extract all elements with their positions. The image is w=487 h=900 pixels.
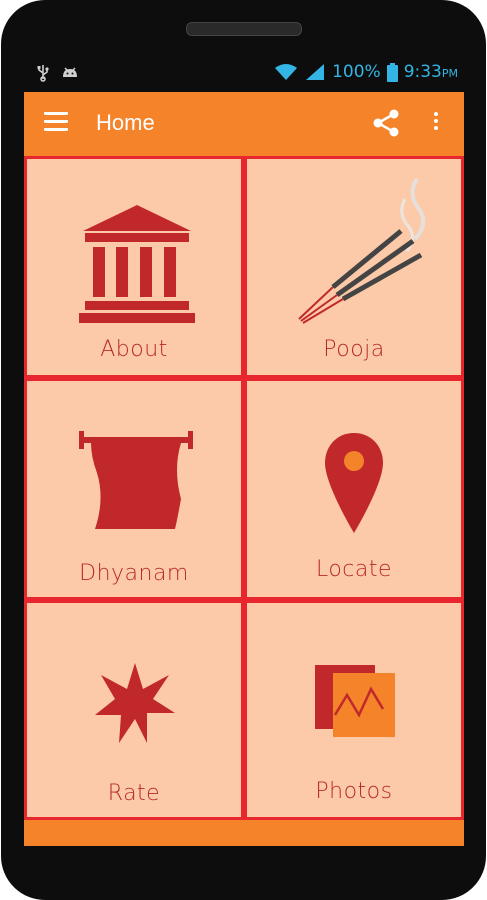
clock: 9:33PM [404, 62, 458, 82]
clock-time: 9:33 [403, 62, 442, 82]
location-pin-icon [325, 433, 383, 533]
status-notifications [36, 64, 80, 82]
tile-dhyanam-label: Dhyanam [79, 561, 189, 586]
wifi-icon [275, 64, 298, 80]
home-grid: About Pooja Dhyanam Locate Rate Photos [24, 156, 464, 820]
tile-rate[interactable]: Rate [27, 603, 241, 817]
share-icon[interactable] [370, 107, 402, 139]
incense-icon [298, 177, 426, 324]
bottom-bar [24, 820, 464, 846]
scroll-icon [79, 431, 193, 529]
status-bar: 100% 9:33PM [24, 60, 464, 88]
signal-icon [306, 64, 325, 80]
hamburger-menu-icon[interactable] [44, 112, 68, 134]
tile-photos[interactable]: Photos [247, 603, 461, 817]
tile-about-label: About [100, 337, 168, 362]
star-icon [95, 663, 175, 743]
page-title: Home [96, 110, 155, 135]
tile-about[interactable]: About [27, 159, 241, 375]
status-indicators: 100% 9:33PM [274, 62, 458, 82]
phone-speaker [186, 22, 302, 36]
battery-icon [386, 62, 398, 82]
tile-pooja-label: Pooja [323, 337, 385, 362]
tile-rate-label: Rate [107, 781, 161, 806]
phone-frame: 100% 9:33PM Home About Pooja Dhyanam Loc… [0, 0, 487, 900]
usb-icon [37, 65, 49, 82]
photos-icon [315, 665, 395, 737]
overflow-menu-icon[interactable] [432, 112, 440, 136]
tile-locate-label: Locate [315, 557, 393, 582]
tile-locate[interactable]: Locate [247, 381, 461, 597]
android-debug-icon [63, 67, 77, 77]
app-bar: Home [24, 92, 464, 156]
tile-dhyanam[interactable]: Dhyanam [27, 381, 241, 597]
temple-icon [79, 205, 195, 323]
clock-ampm: PM [441, 67, 458, 80]
tile-pooja[interactable]: Pooja [247, 159, 461, 375]
battery-percent: 100% [332, 62, 381, 82]
tile-photos-label: Photos [315, 779, 393, 804]
